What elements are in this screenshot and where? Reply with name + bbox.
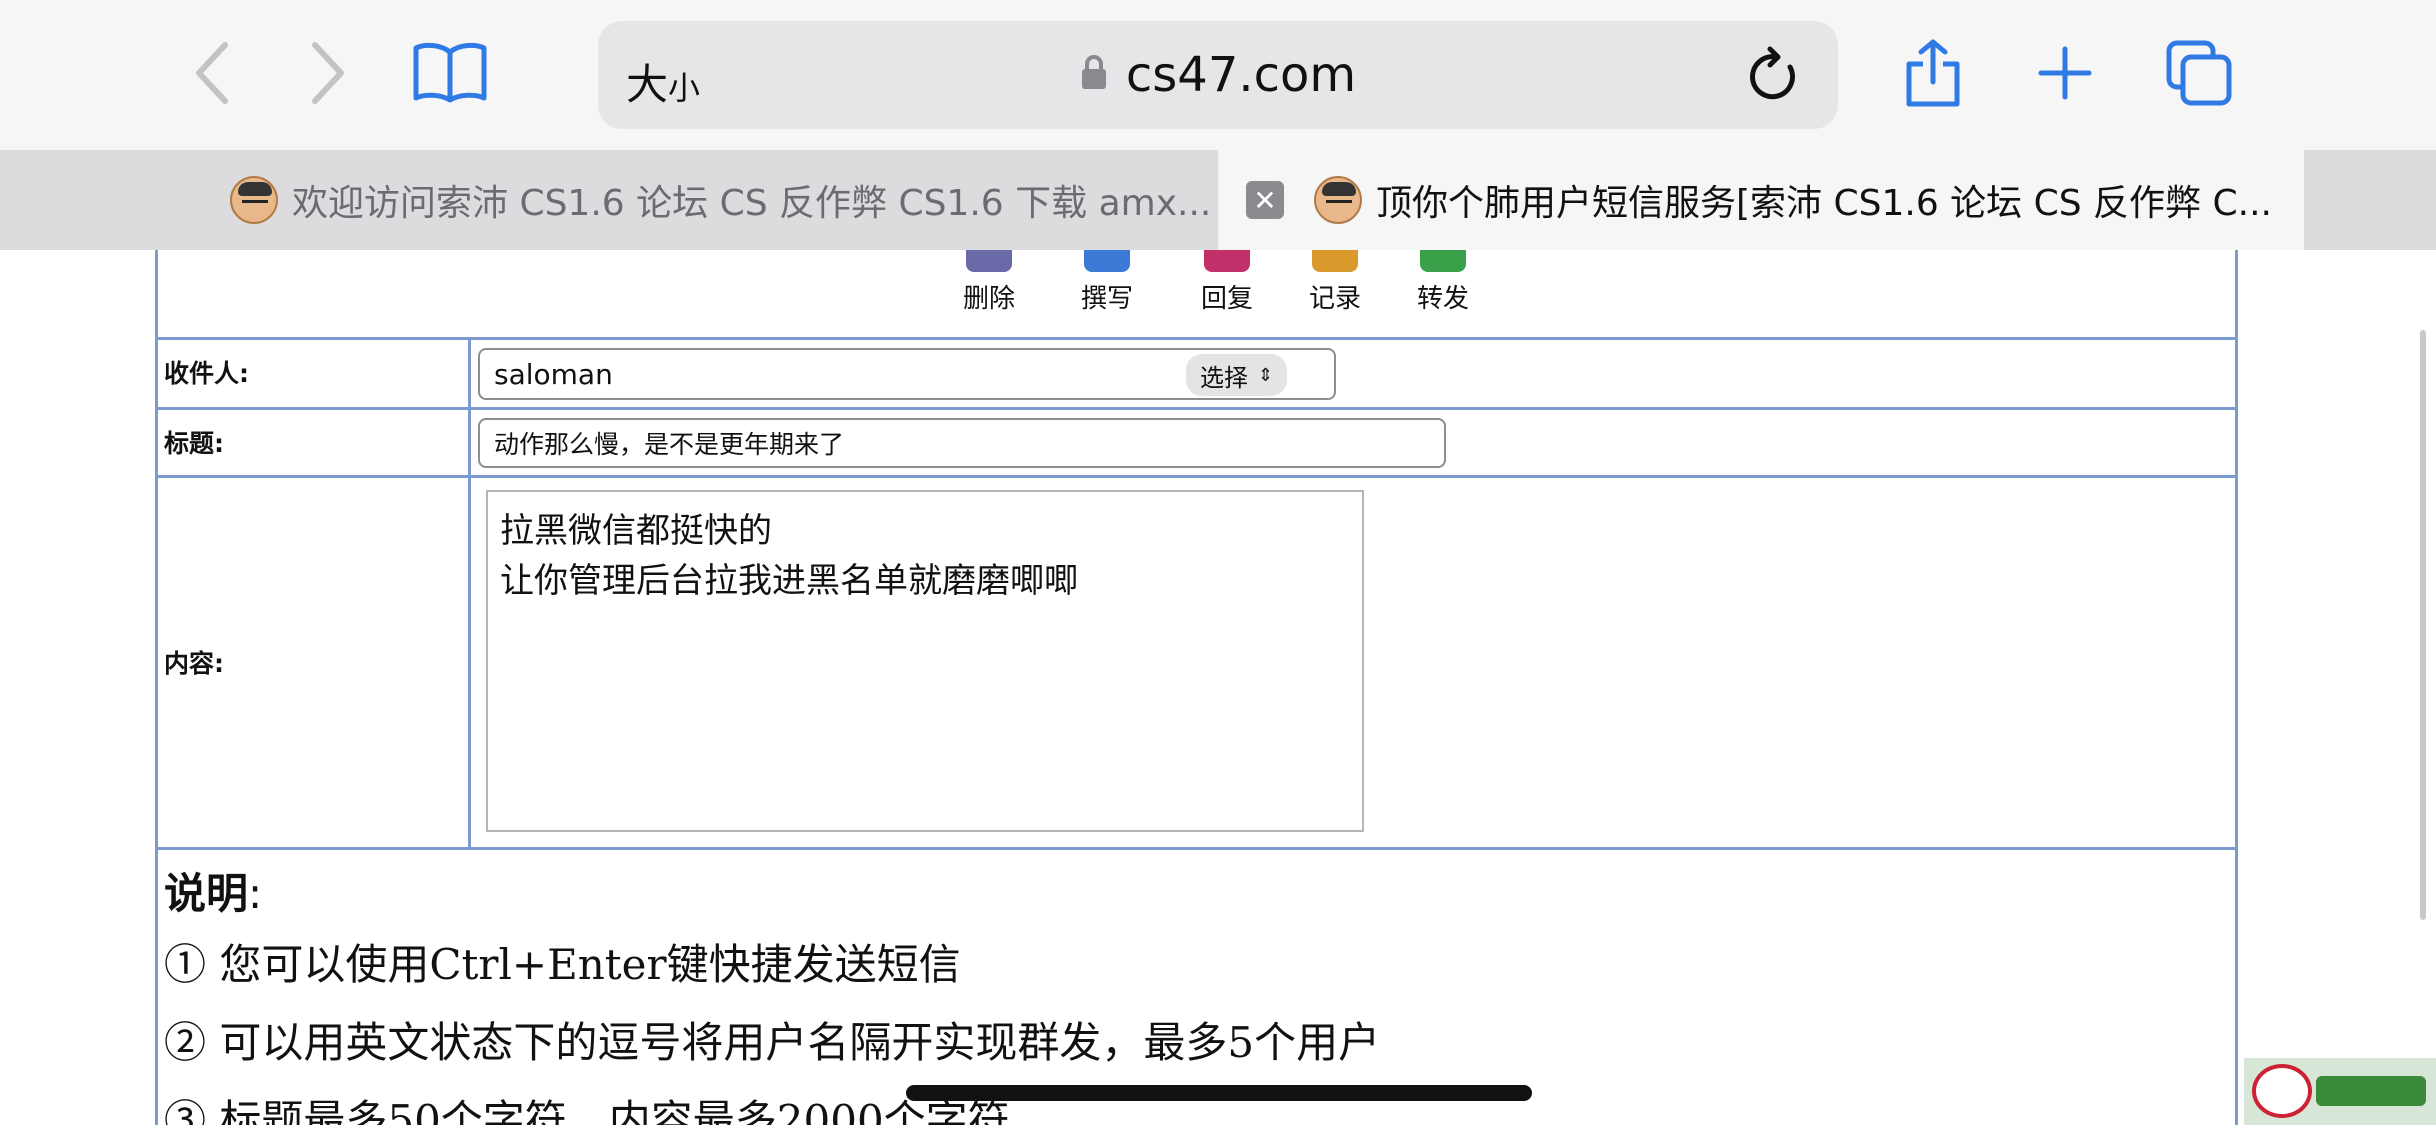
history-button[interactable]: 记录 bbox=[1290, 250, 1380, 315]
chevron-right-icon bbox=[312, 42, 344, 104]
browser-toolbar: 大小 cs47.com bbox=[0, 0, 2436, 150]
book-icon bbox=[413, 42, 487, 103]
page-scrollbar[interactable] bbox=[2420, 330, 2426, 920]
subject-label: 标题: bbox=[164, 429, 224, 458]
tabs-icon bbox=[2166, 40, 2232, 106]
instruction-line: ① 您可以使用Ctrl+Enter键快捷发送短信 bbox=[164, 940, 961, 989]
url-text: cs47.com bbox=[1125, 47, 1357, 103]
reply-button[interactable]: 回复 bbox=[1182, 250, 1272, 315]
new-tab-button[interactable] bbox=[2030, 38, 2100, 108]
address-bar[interactable]: 大小 cs47.com bbox=[598, 21, 1838, 129]
select-label: 选择 bbox=[1200, 363, 1248, 392]
tabs-overview-button[interactable] bbox=[2164, 38, 2234, 108]
column-divider bbox=[468, 340, 471, 407]
tab-bar-spacer bbox=[2304, 150, 2436, 250]
instruction-line: ② 可以用英文状态下的逗号将用户名隔开实现群发，最多5个用户 bbox=[164, 1018, 1381, 1067]
content-row: 内容: 拉黑微信都挺快的 让你管理后台拉我进黑名单就磨磨唧唧 bbox=[158, 478, 2235, 850]
column-divider bbox=[468, 410, 471, 475]
subject-input[interactable]: 动作那么慢，是不是更年期来了 bbox=[478, 418, 1446, 468]
tab-forum-home[interactable]: 欢迎访问索沛 CS1.6 论坛 CS 反作弊 CS1.6 下载 amx... bbox=[0, 150, 1218, 250]
forward-label: 转发 bbox=[1416, 284, 1469, 314]
recipient-label: 收件人: bbox=[164, 359, 249, 388]
site-favicon-icon bbox=[230, 176, 278, 224]
home-indicator[interactable] bbox=[906, 1085, 1532, 1101]
content-label: 内容: bbox=[164, 649, 224, 678]
reply-label: 回复 bbox=[1200, 284, 1253, 314]
watermark-emblem-icon bbox=[2252, 1064, 2312, 1118]
subject-row: 标题: 动作那么慢，是不是更年期来了 bbox=[158, 410, 2235, 478]
compose-label: 撰写 bbox=[1080, 284, 1133, 314]
tab-title: 欢迎访问索沛 CS1.6 论坛 CS 反作弊 CS1.6 下载 amx... bbox=[292, 183, 1212, 224]
compose-button[interactable]: 撰写 bbox=[1062, 250, 1152, 315]
reload-button[interactable] bbox=[1746, 45, 1802, 109]
content-textarea[interactable]: 拉黑微信都挺快的 让你管理后台拉我进黑名单就磨磨唧唧 bbox=[486, 490, 1364, 832]
message-form-table: 删除 撰写 回复 记录 转发 收件人: saloman 选择 ⇕ 标题: 动作那… bbox=[155, 250, 2238, 1125]
close-tab-icon[interactable]: ✕ bbox=[1246, 181, 1284, 219]
select-recipient-button[interactable]: 选择 ⇕ bbox=[1186, 354, 1288, 396]
reply-icon bbox=[1204, 250, 1250, 272]
forward-icon bbox=[1420, 250, 1466, 272]
web-page: 删除 撰写 回复 记录 转发 收件人: saloman 选择 ⇕ 标题: 动作那… bbox=[0, 250, 2436, 1125]
tab-title: 顶你个肺用户短信服务[索沛 CS1.6 论坛 CS 反作弊 C... bbox=[1376, 183, 2272, 224]
message-toolbar: 删除 撰写 回复 记录 转发 bbox=[158, 250, 2235, 340]
chevron-left-icon bbox=[196, 42, 228, 104]
content-line: 拉黑微信都挺快的 bbox=[500, 511, 772, 551]
history-icon bbox=[1312, 250, 1358, 272]
history-label: 记录 bbox=[1308, 284, 1361, 314]
forward-message-button[interactable]: 转发 bbox=[1398, 250, 1488, 315]
watermark-banner bbox=[2316, 1076, 2426, 1106]
tab-messaging[interactable]: ✕ 顶你个肺用户短信服务[索沛 CS1.6 论坛 CS 反作弊 C... bbox=[1218, 150, 2304, 250]
share-button[interactable] bbox=[1898, 38, 1968, 108]
forward-button[interactable] bbox=[292, 38, 362, 108]
reload-icon bbox=[1750, 46, 1795, 100]
plus-icon bbox=[2038, 46, 2092, 100]
recipient-row: 收件人: saloman 选择 ⇕ bbox=[158, 340, 2235, 410]
url-display[interactable]: cs47.com bbox=[598, 47, 1838, 106]
back-button[interactable] bbox=[178, 38, 248, 108]
compose-icon bbox=[1084, 250, 1130, 272]
instructions-heading-colon: : bbox=[248, 869, 263, 918]
chevron-up-down-icon: ⇕ bbox=[1258, 364, 1274, 386]
instructions-heading-text: 说明 bbox=[164, 869, 249, 918]
content-line: 让你管理后台拉我进黑名单就磨磨唧唧 bbox=[500, 561, 1078, 601]
delete-icon bbox=[966, 250, 1012, 272]
tab-bar: 欢迎访问索沛 CS1.6 论坛 CS 反作弊 CS1.6 下载 amx... ✕… bbox=[0, 150, 2436, 250]
share-icon bbox=[1906, 39, 1960, 107]
instructions-heading: 说明: bbox=[164, 862, 2224, 926]
delete-label: 删除 bbox=[962, 284, 1015, 314]
delete-button[interactable]: 删除 bbox=[944, 250, 1034, 315]
lock-icon bbox=[1080, 46, 1108, 102]
bookmarks-button[interactable] bbox=[412, 38, 488, 108]
site-favicon-icon bbox=[1314, 176, 1362, 224]
watermark-logo bbox=[2244, 1058, 2436, 1125]
column-divider bbox=[468, 478, 471, 847]
